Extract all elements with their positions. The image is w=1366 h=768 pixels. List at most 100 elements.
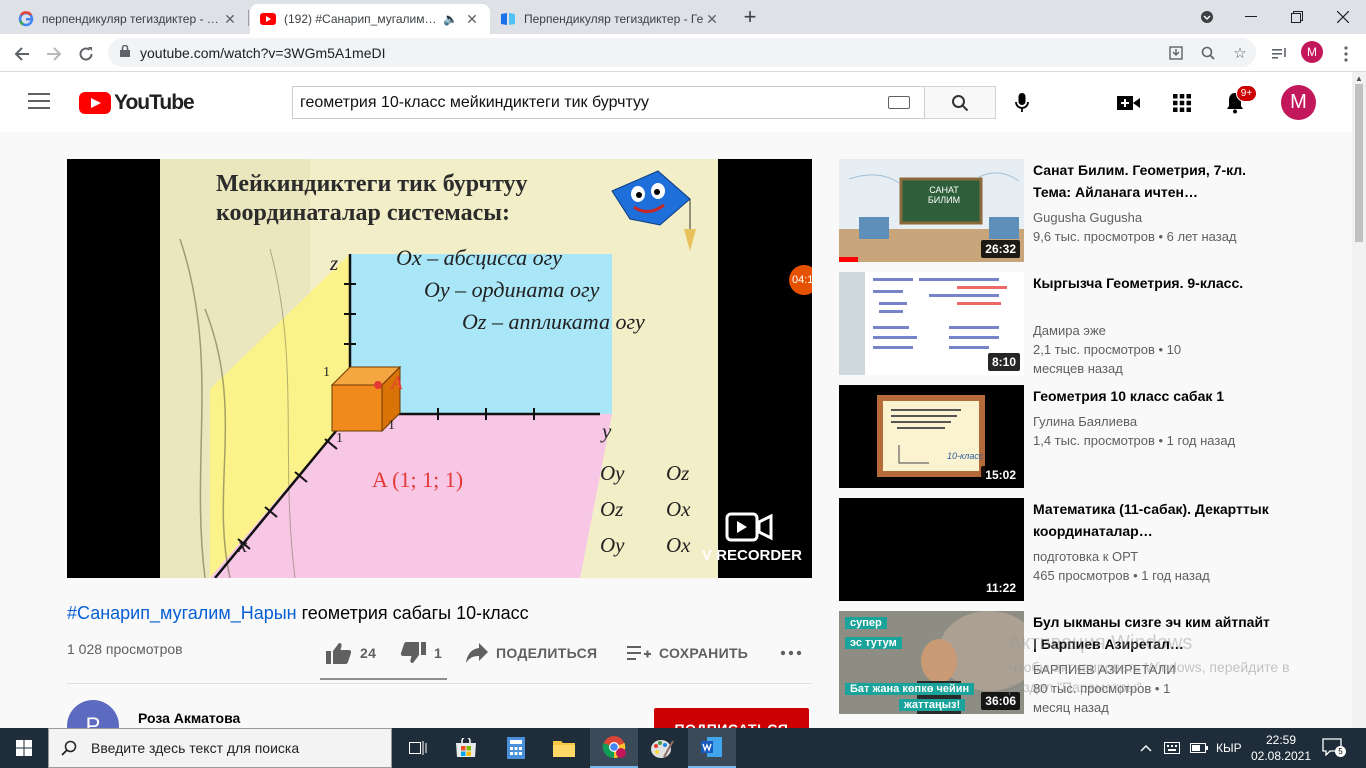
- thumbnail-text: Бат жана көпкө чейин: [845, 683, 975, 695]
- zoom-icon[interactable]: [1194, 38, 1222, 67]
- new-tab-button[interactable]: +: [738, 6, 762, 28]
- thumbnail-text: 10-класс: [947, 451, 984, 461]
- tab-perpendicular-planes[interactable]: Перпендикуляр тегиздиктер - Ге ✕: [490, 4, 730, 34]
- video-thumbnail[interactable]: 11:22: [839, 498, 1024, 601]
- thumbnail-text: эс тутум: [845, 637, 902, 649]
- speaker-icon[interactable]: 🔈: [443, 12, 458, 26]
- thumbnail-text: супер: [845, 617, 887, 629]
- youtube-header: YouTube 9+ M: [0, 72, 1352, 132]
- video-hashtag-link[interactable]: #Санарип_мугалим_Нарын: [67, 603, 297, 623]
- save-label: СОХРАНИТЬ: [659, 645, 749, 661]
- dislike-button[interactable]: 1: [400, 640, 442, 666]
- video-thumbnail[interactable]: 10-класс 15:02: [839, 385, 1024, 488]
- tray-overflow-icon[interactable]: [1140, 728, 1152, 768]
- video-channel[interactable]: Дамира эже: [1033, 321, 1293, 340]
- close-window-icon[interactable]: [1320, 0, 1366, 34]
- browser-menu-icon[interactable]: [1332, 40, 1360, 68]
- chrome-icon[interactable]: [590, 728, 638, 768]
- scroll-up-icon[interactable]: ▲: [1355, 74, 1363, 83]
- reading-list-icon[interactable]: [1266, 40, 1294, 68]
- video-thumbnail[interactable]: САНАТ БИЛИМ 26:32: [839, 159, 1024, 262]
- windows-start-icon[interactable]: [0, 728, 48, 768]
- restore-icon[interactable]: [1274, 0, 1320, 34]
- thumbs-down-icon: [400, 642, 426, 664]
- point-coordinates: A (1; 1; 1): [372, 467, 464, 492]
- forward-icon[interactable]: [40, 40, 68, 68]
- video-thumbnail[interactable]: 8:10: [839, 272, 1024, 375]
- like-button[interactable]: 24: [326, 640, 376, 666]
- taskbar-clock[interactable]: 22:59 02.08.2021: [1248, 732, 1314, 764]
- back-icon[interactable]: [8, 40, 36, 68]
- notification-count-badge: 9+: [1236, 85, 1257, 102]
- minimize-icon[interactable]: [1228, 0, 1274, 34]
- thumbs-up-icon: [326, 642, 352, 664]
- search-box: [292, 86, 925, 119]
- input-language[interactable]: КЫР: [1216, 728, 1242, 768]
- tab-title: (192) #Санарип_мугалим_На: [284, 12, 444, 26]
- battery-icon[interactable]: [1190, 728, 1208, 768]
- youtube-logo[interactable]: YouTube: [79, 91, 195, 115]
- menu-icon[interactable]: [28, 93, 50, 114]
- share-label: ПОДЕЛИТЬСЯ: [496, 645, 598, 661]
- video-duration: 26:32: [981, 240, 1020, 258]
- playlist-add-icon: [627, 644, 651, 662]
- notification-center-icon[interactable]: 5: [1322, 738, 1346, 758]
- browser-profile-avatar[interactable]: M: [1301, 41, 1323, 63]
- file-explorer-icon[interactable]: [540, 728, 588, 768]
- book-icon: [500, 11, 516, 27]
- oy-description: Oy – ордината огу: [424, 277, 600, 302]
- search-input[interactable]: [300, 93, 860, 112]
- calculator-icon[interactable]: [492, 728, 540, 768]
- slide-title-line-2: координаталар системасы:: [216, 200, 510, 226]
- youtube-logo-text: YouTube: [114, 91, 195, 114]
- install-app-icon[interactable]: [1162, 38, 1190, 67]
- activation-hint-line-1: Чтобы активировать Windows, перейдите в: [1008, 659, 1290, 675]
- microsoft-store-icon[interactable]: [442, 728, 490, 768]
- keyboard-icon[interactable]: [888, 96, 910, 109]
- tab-search-icon[interactable]: [1184, 0, 1230, 34]
- account-avatar[interactable]: M: [1281, 85, 1316, 120]
- z-axis-label: z: [330, 251, 339, 275]
- info-divider: [67, 683, 812, 684]
- reload-icon[interactable]: [72, 40, 100, 68]
- apps-grid-icon[interactable]: [1168, 89, 1196, 117]
- video-channel[interactable]: подготовка к ОРТ: [1033, 547, 1293, 566]
- video-title[interactable]: Кыргызча Геометрия. 9-класс.: [1033, 272, 1273, 294]
- video-channel[interactable]: Гулина Баялиева: [1033, 412, 1293, 431]
- more-actions-button[interactable]: [780, 640, 802, 666]
- plane-pair-2-b: Ox: [666, 497, 691, 521]
- taskbar-search-box[interactable]: Введите здесь текст для поиска: [48, 728, 392, 768]
- bookmark-star-icon[interactable]: ☆: [1226, 38, 1254, 67]
- microphone-icon[interactable]: [1008, 89, 1036, 117]
- tab-youtube-video[interactable]: (192) #Санарип_мугалим_На 🔈 ✕: [250, 4, 490, 34]
- video-title[interactable]: Математика (11-сабак). Декарттык координ…: [1033, 498, 1273, 542]
- channel-name[interactable]: Роза Акматова: [138, 710, 240, 726]
- search-button[interactable]: [925, 86, 996, 119]
- video-player[interactable]: Мейкиндиктеги тик бурчтуу координаталар …: [67, 159, 812, 578]
- save-button[interactable]: СОХРАНИТЬ: [627, 640, 748, 666]
- plane-pair-1-b: Oz: [666, 461, 690, 485]
- video-thumbnail[interactable]: супер эс тутум Бат жана көпкө чейин жатт…: [839, 611, 1024, 714]
- video-title[interactable]: Санат Билим. Геометрия, 7-кл. Тема: Айла…: [1033, 159, 1273, 203]
- word-icon[interactable]: [688, 728, 736, 768]
- page-scrollbar[interactable]: ▲: [1352, 72, 1366, 728]
- video-duration: 8:10: [987, 353, 1020, 371]
- plane-pair-2-a: Oz: [600, 497, 624, 521]
- close-tab-icon[interactable]: ✕: [222, 11, 238, 28]
- scrollbar-thumb[interactable]: [1355, 84, 1363, 242]
- address-bar[interactable]: youtube.com/watch?v=3WGm5A1meDI ☆: [108, 38, 1256, 67]
- create-video-icon[interactable]: [1115, 89, 1143, 117]
- tab-google-search[interactable]: перпендикуляр тегиздиктер - Go ✕: [8, 4, 248, 34]
- task-view-icon[interactable]: [394, 728, 442, 768]
- video-channel[interactable]: Gugusha Gugusha: [1033, 208, 1293, 227]
- video-title[interactable]: Геометрия 10 класс сабак 1: [1033, 385, 1273, 407]
- close-tab-icon[interactable]: ✕: [464, 11, 480, 28]
- share-button[interactable]: ПОДЕЛИТЬСЯ: [466, 640, 597, 666]
- video-stats: 9,6 тыс. просмотров • 6 лет назад: [1033, 229, 1237, 244]
- youtube-play-icon: [79, 92, 111, 114]
- keyboard-tray-icon[interactable]: [1164, 728, 1180, 768]
- close-tab-icon[interactable]: ✕: [704, 11, 720, 28]
- lock-icon[interactable]: [120, 44, 130, 60]
- youtube-icon: [260, 11, 276, 27]
- paint-icon[interactable]: [638, 728, 686, 768]
